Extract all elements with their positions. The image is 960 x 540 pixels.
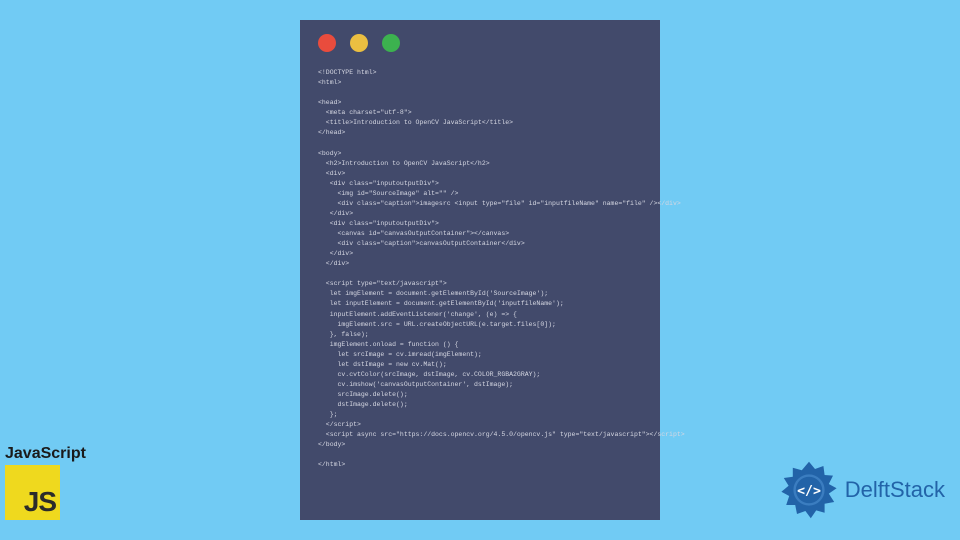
delftstack-text: DelftStack	[845, 477, 945, 503]
code-window: <!DOCTYPE html> <html> <head> <meta char…	[300, 20, 660, 520]
delftstack-logo: </> DelftStack	[779, 460, 945, 520]
javascript-badge: JavaScript JS	[5, 445, 86, 520]
minimize-icon	[350, 34, 368, 52]
javascript-logo-icon: JS	[5, 465, 60, 520]
code-content: <!DOCTYPE html> <html> <head> <meta char…	[318, 68, 642, 471]
delftstack-emblem-icon: </>	[779, 460, 839, 520]
maximize-icon	[382, 34, 400, 52]
close-icon	[318, 34, 336, 52]
javascript-label: JavaScript	[5, 445, 86, 463]
window-traffic-lights	[318, 34, 642, 52]
svg-text:</>: </>	[797, 484, 821, 499]
javascript-logo-text: JS	[24, 486, 56, 518]
